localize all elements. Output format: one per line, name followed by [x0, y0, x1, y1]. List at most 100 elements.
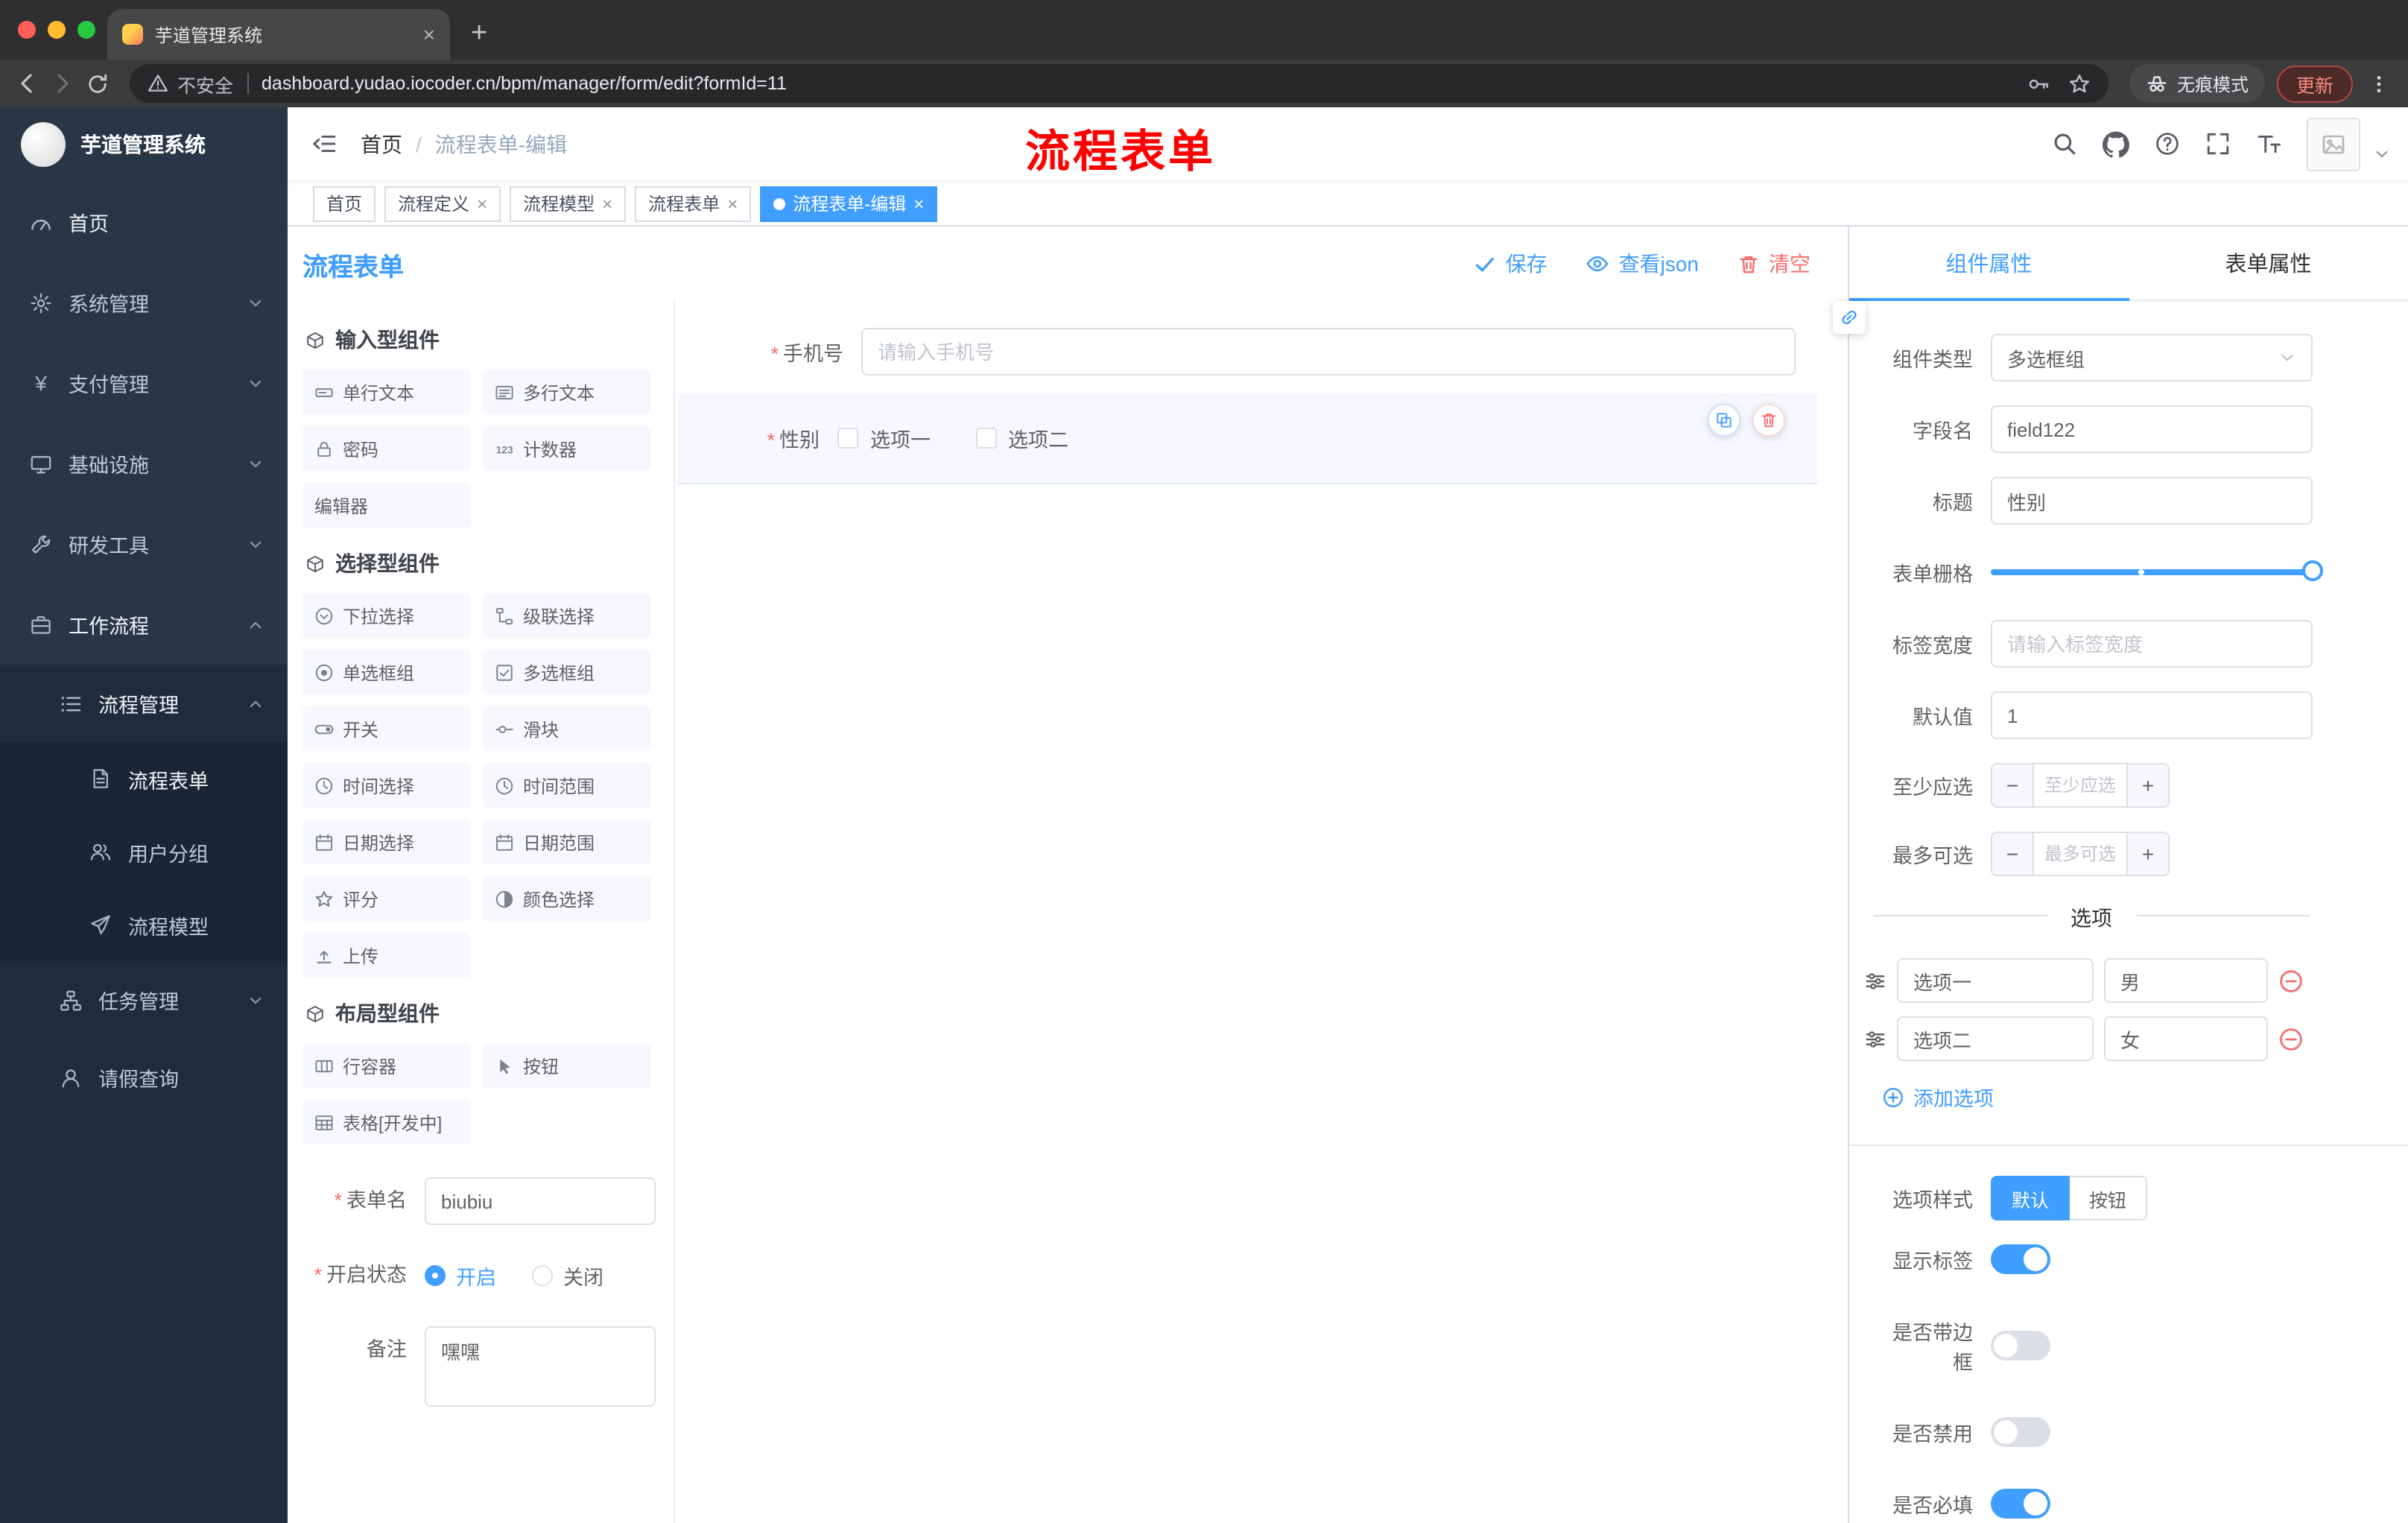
canvas-field-phone[interactable]: 手机号 — [678, 328, 1796, 376]
palette-item-rate[interactable]: 评分 — [302, 876, 471, 921]
remove-option-icon[interactable] — [2278, 968, 2304, 993]
option-label-input[interactable] — [1897, 958, 2094, 1003]
sidebar-item-process-form[interactable]: 流程表单 — [0, 742, 288, 815]
palette-item-password[interactable]: 密码 — [302, 426, 471, 471]
tag-home[interactable]: 首页 — [313, 186, 376, 221]
disabled-switch[interactable] — [1991, 1417, 2050, 1447]
search-icon[interactable] — [2052, 131, 2077, 156]
grid-slider[interactable] — [1991, 548, 2323, 596]
sidebar-item-system-management[interactable]: 系统管理 — [0, 262, 288, 343]
palette-item-row-container[interactable]: 行容器 — [302, 1043, 471, 1088]
palette-item-dropdown-select[interactable]: 下拉选择 — [302, 593, 471, 638]
tag-close-icon[interactable]: × — [727, 193, 738, 214]
sidebar-collapse-icon[interactable] — [311, 131, 337, 156]
palette-item-switch[interactable]: 开关 — [302, 706, 471, 751]
drag-handle-icon[interactable] — [1864, 969, 1886, 992]
title-input[interactable] — [1991, 477, 2313, 525]
palette-item-table[interactable]: 表格[开发中] — [302, 1100, 471, 1144]
breadcrumb-home[interactable]: 首页 — [361, 129, 402, 159]
tag-process-model[interactable]: 流程模型 × — [510, 186, 627, 221]
app-logo[interactable]: 芋道管理系统 — [0, 107, 288, 182]
browser-update-button[interactable]: 更新 — [2276, 65, 2353, 102]
plus-icon[interactable]: + — [2126, 833, 2168, 875]
clear-button[interactable]: 清空 — [1737, 249, 1810, 279]
palette-item-multi-line-text[interactable]: 多行文本 — [483, 370, 651, 414]
palette-item-date-range[interactable]: 日期范围 — [483, 820, 651, 864]
view-json-button[interactable]: 查看json — [1586, 249, 1699, 279]
sidebar-item-home[interactable]: 首页 — [0, 182, 288, 262]
delete-component-button[interactable] — [1752, 404, 1785, 437]
forward-icon[interactable] — [51, 72, 75, 95]
gender-option1-checkbox[interactable]: 选项一 — [837, 423, 931, 453]
add-option-button[interactable]: 添加选项 — [1882, 1082, 2408, 1112]
palette-item-upload[interactable]: 上传 — [302, 933, 471, 978]
remark-textarea[interactable]: 嘿嘿 — [425, 1326, 656, 1407]
sidebar-item-process-model[interactable]: 流程模型 — [0, 888, 288, 961]
sidebar-item-leave-query[interactable]: 请假查询 — [0, 1039, 288, 1116]
palette-item-counter[interactable]: 计数器 — [483, 426, 651, 471]
palette-item-checkbox-group[interactable]: 多选框组 — [483, 650, 651, 694]
remove-option-icon[interactable] — [2278, 1026, 2304, 1051]
border-switch[interactable] — [1991, 1331, 2050, 1361]
field-name-input[interactable] — [1991, 405, 2313, 453]
zoom-window-button[interactable] — [77, 21, 95, 39]
tab-form-properties[interactable]: 表单属性 — [2129, 227, 2408, 300]
tag-close-icon[interactable]: × — [913, 193, 924, 214]
palette-item-single-line-text[interactable]: 单行文本 — [302, 370, 471, 414]
palette-item-cascade-select[interactable]: 级联选择 — [483, 593, 651, 638]
tab-close-icon[interactable]: × — [423, 24, 435, 45]
save-button[interactable]: 保存 — [1474, 249, 1547, 279]
browser-tab[interactable]: 芋道管理系统 × — [107, 9, 450, 60]
tag-process-form[interactable]: 流程表单 × — [635, 186, 752, 221]
palette-item-date-select[interactable]: 日期选择 — [302, 820, 471, 864]
palette-item-color-picker[interactable]: 颜色选择 — [483, 876, 651, 921]
form-name-input[interactable] — [425, 1177, 656, 1225]
tab-component-properties[interactable]: 组件属性 — [1849, 227, 2129, 301]
palette-item-slider[interactable]: 滑块 — [483, 706, 651, 751]
avatar-caret-icon[interactable] — [2374, 146, 2390, 162]
tag-process-definition[interactable]: 流程定义 × — [384, 186, 501, 221]
minimize-window-button[interactable] — [48, 21, 66, 39]
min-select-input[interactable] — [2034, 764, 2126, 806]
sidebar-item-dev-tools[interactable]: 研发工具 — [0, 504, 288, 584]
option-value-input[interactable] — [2104, 958, 2268, 1003]
sidebar-item-workflow[interactable]: 工作流程 — [0, 584, 288, 665]
palette-item-time-select[interactable]: 时间选择 — [302, 763, 471, 808]
option-label-input[interactable] — [1897, 1016, 2094, 1061]
phone-input[interactable] — [861, 328, 1796, 376]
help-icon[interactable] — [2155, 131, 2180, 156]
palette-item-radio-group[interactable]: 单选框组 — [302, 650, 471, 694]
avatar[interactable] — [2307, 117, 2360, 171]
option-value-input[interactable] — [2104, 1016, 2268, 1061]
new-tab-button[interactable]: + — [471, 18, 487, 51]
address-bar[interactable]: 不安全 dashboard.yudao.iocoder.cn/bpm/manag… — [130, 64, 2108, 103]
palette-item-button[interactable]: 按钮 — [483, 1043, 651, 1088]
browser-menu-icon[interactable] — [2368, 72, 2390, 95]
sidebar-item-user-group[interactable]: 用户分组 — [0, 815, 288, 888]
component-type-select[interactable]: 多选框组 — [1991, 334, 2313, 381]
copy-component-button[interactable] — [1708, 404, 1740, 437]
show-label-switch[interactable] — [1991, 1244, 2050, 1274]
tag-close-icon[interactable]: × — [602, 193, 612, 214]
slider-handle[interactable] — [2302, 560, 2323, 581]
link-float-button[interactable] — [1833, 301, 1866, 334]
plus-icon[interactable]: + — [2126, 764, 2168, 806]
back-icon[interactable] — [15, 72, 39, 95]
github-icon[interactable] — [2103, 130, 2129, 157]
form-canvas[interactable]: 手机号 性别 — [675, 301, 1848, 1523]
close-window-button[interactable] — [18, 21, 36, 39]
sidebar-item-task-management[interactable]: 任务管理 — [0, 961, 288, 1039]
font-size-icon[interactable] — [2256, 131, 2281, 156]
sidebar-item-payment-management[interactable]: ¥ 支付管理 — [0, 343, 288, 423]
drag-handle-icon[interactable] — [1864, 1028, 1886, 1050]
palette-item-editor[interactable]: 编辑器 — [302, 483, 471, 528]
tag-close-icon[interactable]: × — [477, 193, 487, 214]
default-value-input[interactable] — [1991, 691, 2313, 739]
label-width-input[interactable] — [1991, 620, 2313, 668]
minus-icon[interactable]: − — [1992, 833, 2034, 875]
gender-option2-checkbox[interactable]: 选项二 — [975, 423, 1068, 453]
bookmark-star-icon[interactable] — [2068, 72, 2091, 95]
reload-icon[interactable] — [86, 72, 109, 95]
canvas-field-gender-selected[interactable]: 性别 选项一 选项二 — [678, 393, 1818, 484]
max-select-input[interactable] — [2034, 833, 2126, 875]
